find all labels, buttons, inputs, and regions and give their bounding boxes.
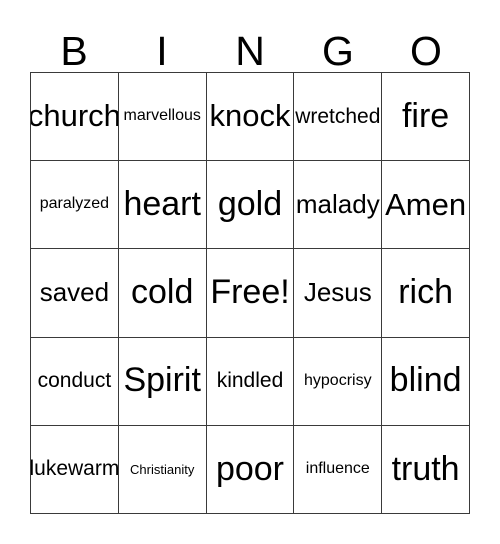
bingo-cell-label: church xyxy=(31,98,119,134)
bingo-cell[interactable]: heart xyxy=(118,161,207,250)
bingo-cell[interactable]: saved xyxy=(31,249,119,338)
bingo-cell[interactable]: fire xyxy=(382,73,470,162)
bingo-cell-label: Christianity xyxy=(130,461,195,477)
bingo-cell-label: kindled xyxy=(216,369,284,393)
bingo-cell-label: truth xyxy=(391,449,460,488)
bingo-cell[interactable]: Spirit xyxy=(118,337,207,426)
bingo-cell-label: malady xyxy=(295,189,380,220)
bingo-cell[interactable]: cold xyxy=(118,249,207,338)
bingo-cell[interactable]: malady xyxy=(294,161,383,250)
header-letter-b: B xyxy=(60,28,88,74)
bingo-cell[interactable]: truth xyxy=(382,425,470,514)
bingo-cell-free[interactable]: Free! xyxy=(206,249,295,338)
bingo-cell-label: hypocrisy xyxy=(304,371,372,389)
bingo-cell[interactable]: knock xyxy=(206,73,295,162)
bingo-cell-label: Jesus xyxy=(303,277,372,308)
bingo-cell-label: knock xyxy=(209,98,291,134)
bingo-cell[interactable]: conduct xyxy=(31,337,119,426)
bingo-card: B I N G O church marvellous knock wretch… xyxy=(0,0,500,544)
bingo-cell[interactable]: church xyxy=(31,73,119,162)
bingo-cell-label: heart xyxy=(123,184,201,223)
header-letter-g: G xyxy=(322,28,354,74)
bingo-cell-label: fire xyxy=(401,96,450,135)
bingo-cell[interactable]: influence xyxy=(294,425,383,514)
bingo-cell[interactable]: Jesus xyxy=(294,249,383,338)
bingo-cell-label: conduct xyxy=(37,369,112,393)
bingo-cell-label: blind xyxy=(389,361,462,400)
bingo-cell-label: saved xyxy=(39,277,110,308)
bingo-cell-label: marvellous xyxy=(123,107,201,125)
bingo-cell[interactable]: wretched xyxy=(294,73,383,162)
bingo-cell-label: poor xyxy=(215,449,285,488)
bingo-cell[interactable]: rich xyxy=(382,249,470,338)
bingo-cell-label: rich xyxy=(398,273,453,312)
bingo-cell[interactable]: gold xyxy=(206,161,295,250)
header-letter-i: I xyxy=(156,28,168,74)
bingo-cell[interactable]: paralyzed xyxy=(31,161,119,250)
header-letter-o: O xyxy=(410,28,442,74)
bingo-cell[interactable]: blind xyxy=(382,337,470,426)
header-letter-n: N xyxy=(235,28,265,74)
bingo-grid: church marvellous knock wretched fire pa… xyxy=(30,72,470,514)
bingo-cell-label: cold xyxy=(131,273,194,312)
bingo-cell-label: gold xyxy=(217,184,283,223)
bingo-cell[interactable]: Amen xyxy=(382,161,470,250)
bingo-cell[interactable]: marvellous xyxy=(118,73,207,162)
bingo-cell-label: Amen xyxy=(385,186,467,222)
bingo-cell-label: Free! xyxy=(210,273,290,312)
bingo-header-row: B I N G O xyxy=(30,14,470,72)
bingo-cell-label: lukewarm xyxy=(31,457,119,481)
bingo-cell-label: wretched xyxy=(295,104,381,128)
bingo-cell-label: paralyzed xyxy=(39,195,110,213)
bingo-cell[interactable]: kindled xyxy=(206,337,295,426)
bingo-cell-label: Spirit xyxy=(123,361,201,400)
bingo-cell[interactable]: hypocrisy xyxy=(294,337,383,426)
bingo-cell[interactable]: lukewarm xyxy=(31,425,119,514)
bingo-cell[interactable]: Christianity xyxy=(118,425,207,514)
bingo-cell-label: influence xyxy=(305,459,370,477)
bingo-cell[interactable]: poor xyxy=(206,425,295,514)
